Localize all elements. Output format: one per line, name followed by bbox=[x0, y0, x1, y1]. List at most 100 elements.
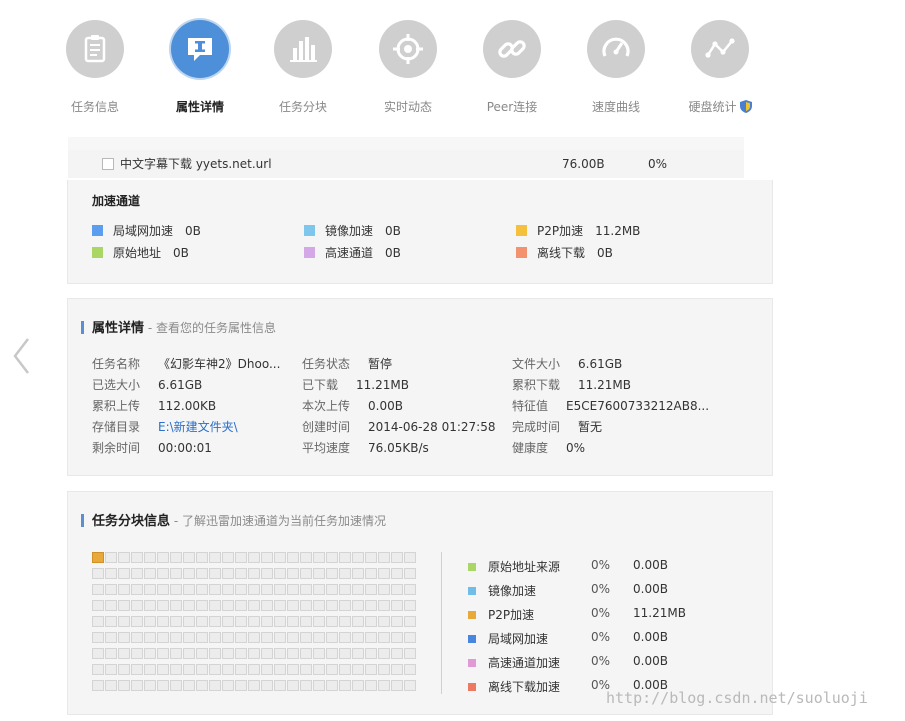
property-item: 创建时间 2014-06-28 01:27:58 bbox=[302, 418, 495, 435]
block-cell bbox=[339, 632, 351, 643]
block-cell bbox=[378, 552, 390, 563]
block-cell bbox=[209, 568, 221, 579]
block-cell bbox=[196, 552, 208, 563]
block-cell bbox=[391, 584, 403, 595]
block-cell bbox=[131, 616, 143, 627]
property-key: 平均速度 bbox=[302, 441, 351, 455]
block-cell bbox=[92, 552, 104, 563]
legend-size: 0.00B bbox=[633, 630, 668, 644]
property-value: 《幻影车神2》Dhoo... bbox=[158, 357, 281, 371]
property-value: 6.61GB bbox=[578, 357, 623, 371]
file-size: 76.00B bbox=[562, 157, 605, 171]
block-cell bbox=[118, 584, 130, 595]
block-cell bbox=[157, 584, 169, 595]
block-cell bbox=[209, 632, 221, 643]
bar-chart-icon bbox=[274, 20, 332, 78]
block-cell bbox=[391, 632, 403, 643]
block-cell bbox=[157, 632, 169, 643]
block-cell bbox=[118, 632, 130, 643]
tab-task-info[interactable]: 任务信息 bbox=[53, 20, 137, 115]
block-cell bbox=[118, 600, 130, 611]
property-value: 76.05KB/s bbox=[368, 441, 429, 455]
block-cell bbox=[274, 648, 286, 659]
tab-realtime[interactable]: 实时动态 bbox=[366, 20, 450, 115]
block-cell bbox=[365, 680, 377, 691]
block-cell bbox=[300, 648, 312, 659]
block-cell bbox=[248, 616, 260, 627]
block-cell bbox=[404, 552, 416, 563]
block-cell bbox=[391, 600, 403, 611]
block-cell bbox=[339, 600, 351, 611]
block-cell bbox=[326, 552, 338, 563]
previous-arrow-icon[interactable] bbox=[10, 336, 32, 376]
block-cell bbox=[209, 616, 221, 627]
property-key: 健康度 bbox=[512, 441, 549, 455]
block-legend-item: 高速通道加速 0% 0.00B bbox=[468, 654, 668, 671]
block-cell bbox=[170, 648, 182, 659]
block-legend-item: 原始地址来源 0% 0.00B bbox=[468, 558, 668, 575]
table-row[interactable]: 中文字幕下载 yyets.net.url 76.00B 0% bbox=[68, 150, 744, 178]
block-cell bbox=[144, 552, 156, 563]
p2p-swatch bbox=[516, 225, 527, 236]
lan-swatch bbox=[92, 225, 103, 236]
block-cell bbox=[326, 648, 338, 659]
legend-size: 11.21MB bbox=[633, 606, 686, 620]
block-cell bbox=[222, 600, 234, 611]
block-cell bbox=[248, 632, 260, 643]
property-value: 0% bbox=[566, 441, 586, 455]
file-checkbox[interactable] bbox=[102, 158, 114, 170]
tab-peer[interactable]: Peer连接 bbox=[470, 20, 554, 115]
block-cell bbox=[248, 664, 260, 675]
property-key: 剩余时间 bbox=[92, 441, 141, 455]
watermark: http://blog.csdn.net/suoluoji bbox=[606, 689, 868, 707]
block-cell bbox=[209, 648, 221, 659]
clipboard-icon bbox=[66, 20, 124, 78]
block-cell bbox=[352, 568, 364, 579]
block-cell bbox=[313, 664, 325, 675]
property-key: 任务名称 bbox=[92, 357, 141, 371]
block-cell bbox=[365, 632, 377, 643]
legend-swatch bbox=[468, 587, 476, 595]
block-cell bbox=[144, 584, 156, 595]
block-cell bbox=[300, 584, 312, 595]
block-cell bbox=[170, 616, 182, 627]
block-cell bbox=[274, 568, 286, 579]
block-cell bbox=[157, 664, 169, 675]
property-key: 累积下载 bbox=[512, 378, 561, 392]
block-cell bbox=[365, 616, 377, 627]
storage-dir-link[interactable]: E:\新建文件夹\ bbox=[158, 420, 238, 434]
legend-percent: 0% bbox=[591, 558, 611, 572]
block-cell bbox=[105, 680, 117, 691]
tab-speed-curve[interactable]: 速度曲线 bbox=[574, 20, 658, 115]
property-item: 已下载 11.21MB bbox=[302, 376, 409, 393]
tab-properties[interactable]: 属性详情 bbox=[158, 20, 242, 115]
block-cell bbox=[222, 552, 234, 563]
block-cell bbox=[131, 680, 143, 691]
property-value: 6.61GB bbox=[158, 378, 203, 392]
legend-label: 镜像加速 bbox=[488, 584, 537, 598]
property-key: 本次上传 bbox=[302, 399, 351, 413]
block-cell bbox=[326, 568, 338, 579]
block-cell bbox=[248, 680, 260, 691]
block-cell bbox=[300, 552, 312, 563]
legend-label: 局域网加速 bbox=[488, 632, 549, 646]
block-cell bbox=[235, 616, 247, 627]
block-cell bbox=[222, 632, 234, 643]
block-cell bbox=[105, 568, 117, 579]
block-cell bbox=[118, 568, 130, 579]
block-cell bbox=[144, 568, 156, 579]
block-cell bbox=[313, 584, 325, 595]
property-value: E5CE7600733212AB8... bbox=[566, 399, 710, 413]
block-cell bbox=[378, 616, 390, 627]
tab-disk-stats[interactable]: 硬盘统计 bbox=[678, 20, 762, 115]
block-cell bbox=[235, 600, 247, 611]
block-cell bbox=[157, 680, 169, 691]
property-item: 累积下载 11.21MB bbox=[512, 376, 631, 393]
block-cell bbox=[326, 680, 338, 691]
block-cell bbox=[287, 616, 299, 627]
block-cell bbox=[287, 552, 299, 563]
block-cell bbox=[274, 632, 286, 643]
property-key: 特征值 bbox=[512, 399, 549, 413]
block-cell bbox=[157, 648, 169, 659]
tab-task-blocks[interactable]: 任务分块 bbox=[261, 20, 345, 115]
